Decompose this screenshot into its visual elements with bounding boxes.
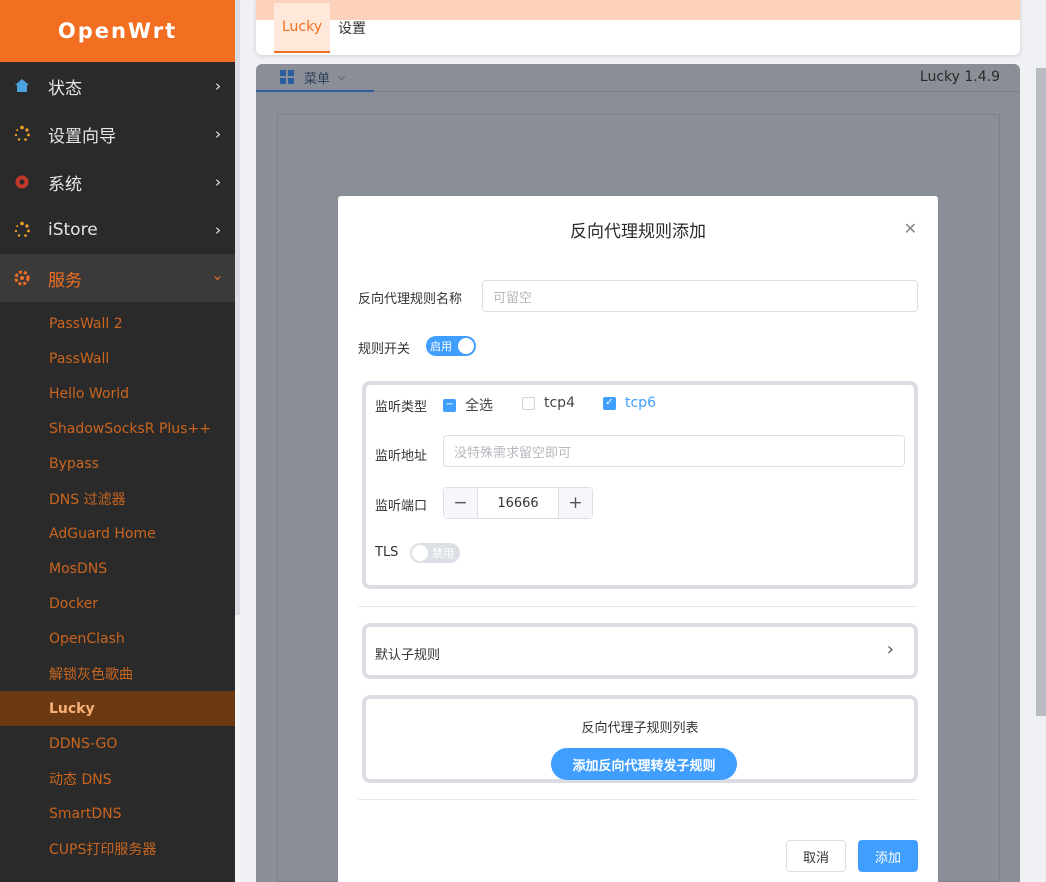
chevron-right-icon: › [886, 639, 894, 660]
sub-item-cups[interactable]: CUPS打印服务器 [0, 831, 235, 866]
sub-item-mosdns[interactable]: MosDNS [0, 551, 235, 586]
nav-wizard-label: 设置向导 [48, 126, 116, 147]
page-scrollbar[interactable] [1036, 68, 1046, 716]
checkbox-tcp6[interactable]: ✓ tcp6 [603, 395, 656, 411]
sub-item-hello-world[interactable]: Hello World [0, 376, 235, 411]
checkbox-empty-icon [522, 396, 535, 410]
sub-item-smartdns[interactable]: SmartDNS [0, 796, 235, 831]
scrollbar-thumb[interactable] [235, 615, 240, 882]
tls-state: 禁用 [432, 547, 454, 560]
listen-addr-input[interactable]: 没特殊需求留空即可 [443, 435, 905, 467]
sub-item-passwall2[interactable]: PassWall 2 [0, 306, 235, 341]
rule-switch-label: 规则开关 [358, 342, 411, 357]
frame-header: 菜单 ⌵ Lucky 1.4.9 [256, 64, 1020, 92]
subrule-list-title: 反向代理子规则列表 [581, 721, 699, 736]
checkbox-tcp6-label: tcp6 [625, 395, 656, 411]
tls-label: TLS [375, 545, 399, 560]
default-subrule-label: 默认子规则 [375, 648, 441, 663]
nav-system[interactable]: 系统 › [0, 158, 235, 206]
checkmark-icon: ✓ [603, 396, 616, 410]
grid-icon [280, 70, 294, 84]
chevron-right-icon: › [215, 221, 221, 239]
tab-settings[interactable]: 设置 [330, 3, 374, 53]
cog-icon [12, 268, 32, 288]
chevron-down-icon: ⌵ [338, 71, 346, 83]
rule-name-label: 反向代理规则名称 [358, 292, 463, 307]
add-subrule-button[interactable]: 添加反向代理转发子规则 [551, 748, 737, 780]
rule-name-input[interactable]: 可留空 [482, 280, 918, 312]
menu-button[interactable]: 菜单 ⌵ [256, 64, 374, 92]
sub-item-passwall[interactable]: PassWall [0, 341, 235, 376]
toggle-knob [412, 545, 428, 561]
sub-item-docker[interactable]: Docker [0, 586, 235, 621]
sidebar: OpenWrt 状态 › 设置向导 › 系统 › iStore › 服务 › P… [0, 0, 235, 882]
listen-port-value[interactable]: 16666 [477, 488, 559, 518]
chevron-right-icon: › [215, 77, 221, 95]
version-label: Lucky 1.4.9 [919, 69, 1000, 85]
cancel-button[interactable]: 取消 [786, 840, 846, 872]
close-icon[interactable]: ✕ [904, 219, 917, 238]
default-subrule-panel[interactable]: 默认子规则 › [362, 623, 918, 679]
nav-wizard[interactable]: 设置向导 › [0, 110, 235, 158]
tab-lucky[interactable]: Lucky [274, 3, 331, 53]
tls-toggle[interactable]: 禁用 [410, 543, 460, 563]
gear-icon [12, 172, 32, 192]
nav-istore[interactable]: iStore › [0, 206, 235, 254]
nav-status-label: 状态 [48, 78, 82, 99]
home-icon [12, 76, 32, 96]
listen-addr-label: 监听地址 [375, 449, 428, 464]
sub-item-openclash[interactable]: OpenClash [0, 621, 235, 656]
brand-logo[interactable]: OpenWrt [0, 0, 235, 62]
rule-switch-state: 启用 [430, 340, 452, 353]
listen-type-label: 监听类型 [375, 400, 428, 415]
nav-status[interactable]: 状态 › [0, 62, 235, 110]
toggle-knob [458, 338, 474, 354]
checkbox-tcp4[interactable]: tcp4 [522, 395, 575, 411]
sub-item-ddns-go[interactable]: DDNS-GO [0, 726, 235, 761]
loading-dots-icon [12, 220, 32, 240]
add-proxy-rule-dialog: 反向代理规则添加 ✕ 反向代理规则名称 可留空 规则开关 启用 监听类型 − 全… [338, 196, 938, 882]
nav-system-label: 系统 [48, 174, 82, 195]
menu-label: 菜单 [304, 71, 331, 87]
sidebar-scrollbar[interactable] [235, 0, 240, 882]
chevron-down-icon: › [209, 275, 227, 281]
plus-icon[interactable]: + [559, 488, 592, 518]
services-submenu: PassWall 2 PassWall Hello World ShadowSo… [0, 302, 235, 866]
sub-item-adguard[interactable]: AdGuard Home [0, 516, 235, 551]
nav-services-label: 服务 [48, 270, 82, 291]
sub-item-unblock-music[interactable]: 解锁灰色歌曲 [0, 656, 235, 691]
divider [358, 606, 918, 607]
subrule-list-panel: 反向代理子规则列表 添加反向代理转发子规则 [362, 695, 918, 783]
chevron-right-icon: › [215, 125, 221, 143]
rule-switch-toggle[interactable]: 启用 [426, 336, 476, 356]
loading-dots-icon [12, 124, 32, 144]
checkbox-tcp4-label: tcp4 [544, 395, 575, 411]
indeterminate-icon: − [443, 398, 456, 412]
sub-item-ssr-plus[interactable]: ShadowSocksR Plus++ [0, 411, 235, 446]
sub-item-bypass[interactable]: Bypass [0, 446, 235, 481]
listen-port-label: 监听端口 [375, 499, 428, 514]
sub-item-dns-filter[interactable]: DNS 过滤器 [0, 481, 235, 516]
listen-port-stepper[interactable]: − 16666 + [443, 487, 593, 519]
sub-item-ddns[interactable]: 动态 DNS [0, 761, 235, 796]
sub-item-lucky[interactable]: Lucky [0, 691, 235, 726]
dialog-title: 反向代理规则添加 [570, 222, 706, 242]
divider [358, 799, 918, 800]
nav-istore-label: iStore [48, 220, 98, 240]
checkbox-select-all-label: 全选 [465, 398, 493, 414]
listen-panel: 监听类型 − 全选 tcp4 ✓ tcp6 监听地址 没特殊需求留空即可 监听端… [362, 381, 918, 589]
minus-icon[interactable]: − [444, 488, 477, 518]
chevron-right-icon: › [215, 173, 221, 191]
tab-bar: Lucky 设置 [256, 0, 1020, 55]
checkbox-select-all[interactable]: − 全选 [443, 395, 493, 415]
nav-services[interactable]: 服务 › [0, 254, 235, 302]
add-button[interactable]: 添加 [858, 840, 918, 872]
